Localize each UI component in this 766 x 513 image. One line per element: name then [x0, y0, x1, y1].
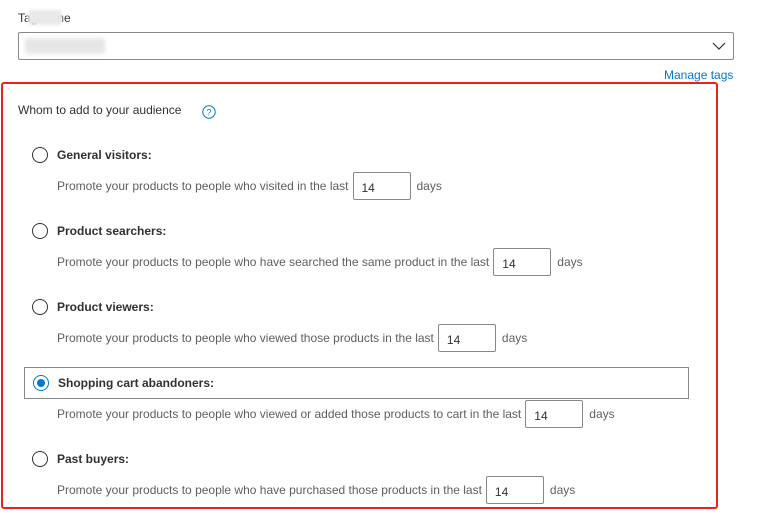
days-unit: days	[501, 331, 528, 345]
radio-general-visitors[interactable]	[32, 147, 48, 163]
days-unit: days	[557, 255, 583, 269]
option-description: Promote your products to people who have…	[57, 248, 583, 276]
option-description: Promote your products to people who view…	[57, 400, 615, 428]
option-past-buyers[interactable]: Past buyers:	[28, 444, 688, 476]
description-text: Promote your products to people who view…	[57, 331, 434, 345]
days-unit: days	[589, 407, 615, 421]
redacted-value	[25, 38, 105, 54]
days-unit: days	[549, 483, 576, 497]
option-description: Promote your products to people who have…	[57, 476, 575, 504]
days-input[interactable]: 14	[352, 172, 411, 200]
radio-past-buyers[interactable]	[32, 451, 48, 467]
description-text: Promote your products to people who have…	[57, 483, 482, 497]
description-text: Promote your products to people who visi…	[57, 179, 349, 193]
radio-shopping-cart-abandoners[interactable]	[33, 375, 49, 391]
tag-name-label: Tag name	[18, 10, 71, 25]
help-icon[interactable]: ?	[202, 105, 216, 119]
option-label: Past buyers:	[57, 452, 130, 466]
option-label: General visitors:	[57, 148, 152, 162]
option-general-visitors[interactable]: General visitors:	[28, 140, 688, 172]
description-text: Promote your products to people who have…	[57, 255, 490, 269]
chevron-down-icon	[712, 42, 726, 50]
days-input[interactable]: 14	[525, 400, 584, 428]
option-description: Promote your products to people who view…	[57, 324, 527, 352]
days-unit: days	[416, 179, 442, 193]
option-product-searchers[interactable]: Product searchers:	[28, 216, 688, 248]
option-label: Shopping cart abandoners:	[58, 376, 215, 390]
option-label: Product viewers:	[57, 300, 154, 314]
manage-tags-link[interactable]: Manage tags	[664, 68, 733, 82]
days-input[interactable]: 14	[485, 476, 544, 504]
option-shopping-cart-abandoners[interactable]: Shopping cart abandoners:	[24, 367, 689, 399]
radio-product-viewers[interactable]	[32, 299, 48, 315]
option-description: Promote your products to people who visi…	[57, 172, 442, 200]
option-label: Product searchers:	[57, 224, 167, 238]
section-title: Whom to add to your audience	[18, 103, 182, 117]
tag-name-select[interactable]	[18, 32, 734, 60]
option-product-viewers[interactable]: Product viewers:	[28, 292, 688, 324]
svg-text:?: ?	[206, 108, 211, 118]
description-text: Promote your products to people who view…	[57, 407, 522, 421]
days-input[interactable]: 14	[437, 324, 496, 352]
radio-product-searchers[interactable]	[32, 223, 48, 239]
redacted-blur	[28, 10, 62, 25]
days-input[interactable]: 14	[493, 248, 552, 276]
